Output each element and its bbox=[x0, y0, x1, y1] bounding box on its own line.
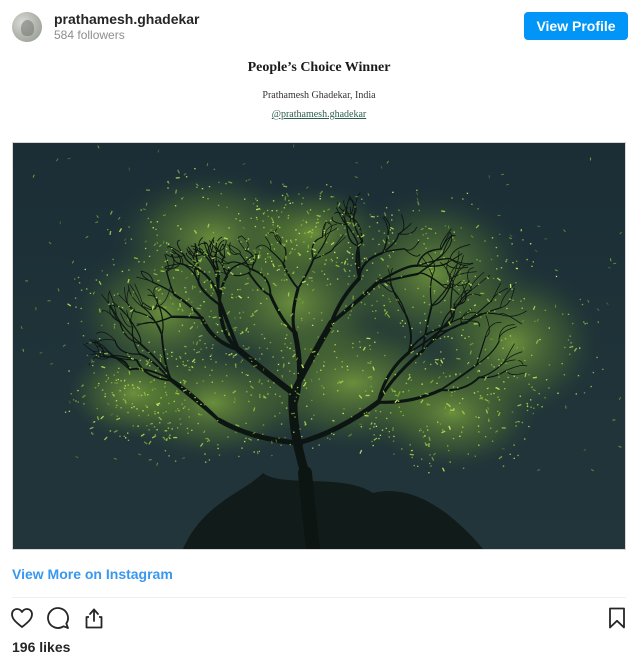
photo-canvas bbox=[20, 144, 623, 549]
award-title: People’s Choice Winner bbox=[247, 60, 391, 75]
award-winner-handle: @prathamesh.ghadekar bbox=[271, 109, 367, 120]
divider bbox=[12, 597, 626, 598]
bookmark-icon[interactable] bbox=[605, 606, 629, 630]
follower-count: 584 followers bbox=[54, 28, 125, 42]
avatar[interactable] bbox=[12, 12, 42, 42]
view-more-link[interactable]: View More on Instagram bbox=[12, 566, 173, 582]
firefly-tree-photo bbox=[12, 142, 626, 550]
post-media[interactable]: People’s Choice Winner Prathamesh Ghadek… bbox=[12, 52, 626, 552]
view-profile-button[interactable]: View Profile bbox=[524, 12, 628, 40]
award-winner-name: Prathamesh Ghadekar, India bbox=[262, 90, 376, 101]
username[interactable]: prathamesh.ghadekar bbox=[54, 11, 200, 27]
share-icon[interactable] bbox=[82, 606, 106, 630]
heart-icon[interactable] bbox=[10, 606, 34, 630]
comment-icon[interactable] bbox=[46, 606, 70, 630]
post-header: prathamesh.ghadekar 584 followers View P… bbox=[0, 0, 637, 52]
like-count: 196 likes bbox=[12, 639, 71, 655]
